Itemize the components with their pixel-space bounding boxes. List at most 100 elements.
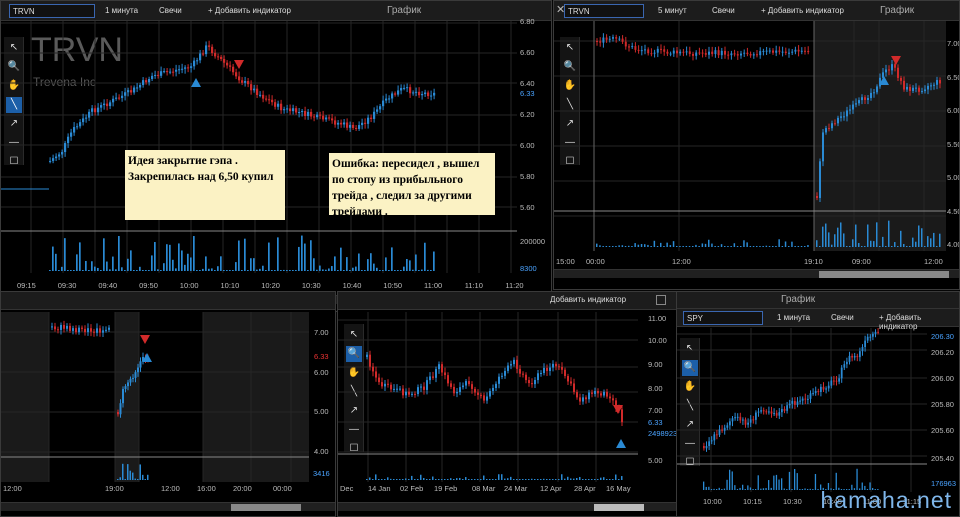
price-chart-svg[interactable]	[554, 21, 946, 251]
time-tick: 09:15	[17, 281, 36, 290]
candle	[75, 328, 77, 333]
volume-bar	[744, 489, 746, 490]
candle	[903, 80, 905, 90]
volume-bar	[147, 474, 149, 480]
symbol-input[interactable]: TRVN	[564, 4, 644, 18]
volume-bar	[154, 242, 156, 271]
scrollbar[interactable]	[338, 502, 676, 511]
scrollbar-thumb[interactable]	[231, 504, 301, 511]
add-indicator-button[interactable]: + Добавить индикатор	[761, 6, 844, 15]
volume-bar	[411, 475, 413, 480]
price-tick: 206.20	[931, 348, 954, 357]
interval-select[interactable]: 5 минут	[658, 6, 687, 15]
candle	[528, 380, 530, 384]
add-indicator-button[interactable]: Добавить индикатор	[550, 295, 626, 304]
maximize-icon[interactable]	[656, 295, 666, 305]
candle	[817, 390, 820, 392]
volume-bar	[117, 479, 119, 480]
price-tick: 7.00	[648, 406, 663, 415]
volume-bar	[447, 479, 449, 480]
volume-bar	[79, 242, 81, 271]
candle	[781, 409, 783, 413]
style-select[interactable]: Свечи	[712, 6, 735, 15]
candle	[408, 391, 410, 395]
candle	[804, 398, 807, 400]
candle	[531, 383, 533, 385]
add-indicator-button[interactable]: + Добавить индикатор	[208, 6, 291, 15]
candle	[406, 87, 409, 89]
candle	[119, 403, 122, 415]
window-toolbar: TRVN 1 минута Свечи + Добавить индикатор…	[1, 1, 551, 21]
candle	[525, 374, 527, 381]
candle	[791, 51, 794, 53]
candle	[220, 56, 223, 59]
candle	[631, 46, 634, 48]
candle	[869, 336, 872, 338]
candle	[87, 328, 89, 333]
volume-bar	[800, 246, 803, 247]
candle	[729, 421, 731, 426]
candle	[717, 50, 720, 56]
time-tick: 16 May	[606, 484, 631, 493]
volume-bar	[361, 270, 363, 271]
volume-bar	[394, 270, 396, 271]
candle	[393, 388, 395, 390]
volume-bar	[634, 243, 636, 247]
volume-bar	[679, 246, 681, 247]
candle	[247, 81, 250, 85]
volume-bar	[181, 250, 183, 271]
volume-bar	[393, 479, 395, 480]
interval-select[interactable]: 1 минута	[777, 313, 810, 322]
scrollbar[interactable]	[554, 269, 959, 278]
candle	[405, 391, 407, 396]
volume-bar	[387, 477, 389, 480]
volume-bar	[115, 269, 117, 271]
candle	[145, 80, 148, 83]
price-chart-svg[interactable]	[677, 328, 927, 492]
price-chart-svg[interactable]	[338, 312, 638, 482]
scrollbar-thumb[interactable]	[819, 271, 949, 278]
volume-bar	[385, 257, 387, 271]
symbol-input[interactable]: TRVN	[9, 4, 95, 18]
volume-last-label: 8300	[520, 264, 537, 273]
symbol-input[interactable]: SPY	[683, 311, 763, 325]
style-select[interactable]: Свечи	[159, 6, 182, 15]
volume-bar	[650, 246, 652, 247]
candle	[800, 50, 803, 52]
candle	[447, 375, 449, 384]
volume-last-label: 3416	[313, 469, 330, 478]
scrollbar-thumb[interactable]	[594, 504, 644, 511]
candle	[537, 373, 539, 381]
candle	[157, 74, 160, 76]
price-chart-svg[interactable]	[1, 312, 309, 482]
scrollbar[interactable]	[1, 502, 335, 511]
volume-bar	[334, 256, 336, 271]
volume-bar	[621, 245, 624, 247]
volume-bar	[421, 269, 423, 271]
candle	[708, 51, 710, 55]
candle	[921, 91, 923, 93]
candle	[67, 136, 70, 144]
price-tick: 6.80	[520, 17, 535, 26]
volume-bar	[918, 225, 920, 247]
candle	[501, 375, 503, 377]
candle	[567, 375, 569, 382]
candle	[435, 369, 437, 378]
volume-bar	[271, 270, 273, 271]
volume-bar	[885, 246, 887, 247]
candle	[82, 118, 85, 123]
candle	[666, 51, 669, 54]
style-select[interactable]: Свечи	[831, 313, 854, 322]
time-tick: 08 Mar	[472, 484, 496, 493]
volume-bar	[759, 246, 761, 247]
interval-select[interactable]: 1 минута	[105, 6, 138, 15]
volume-bar	[794, 246, 796, 247]
volume-bar	[858, 243, 860, 247]
candle	[555, 363, 557, 367]
volume-bar	[736, 489, 739, 490]
volume-bar	[936, 246, 938, 247]
volume-bar	[414, 479, 416, 480]
volume-bar	[756, 246, 758, 247]
price-chart-svg[interactable]	[1, 21, 517, 273]
volume-bar	[477, 479, 479, 480]
